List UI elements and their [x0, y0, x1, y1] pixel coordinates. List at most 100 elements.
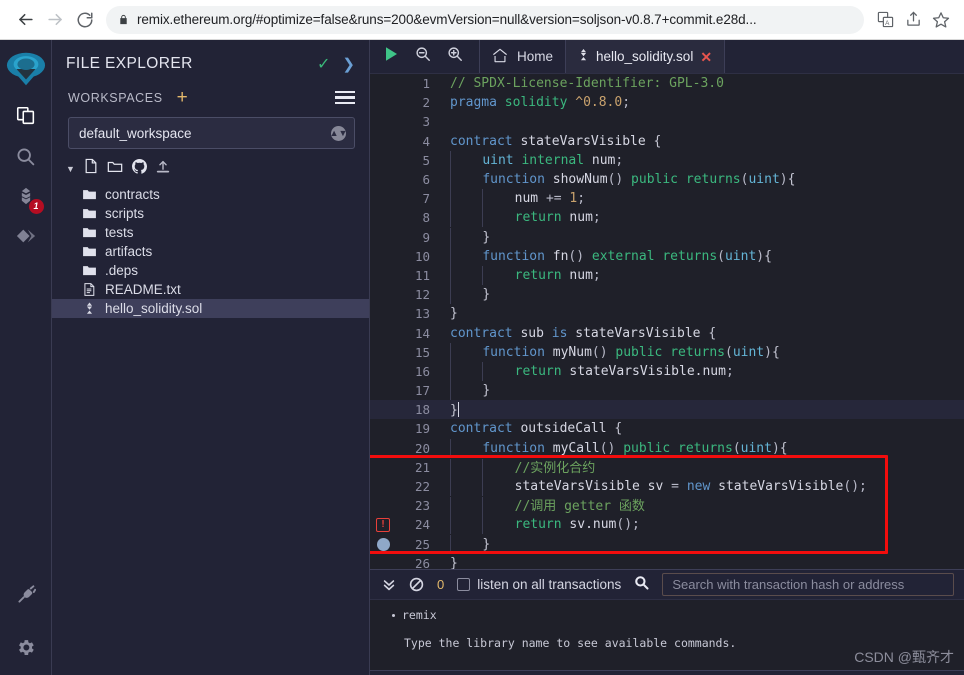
- terminal-toolbar: 0 listen on all transactions: [370, 570, 964, 600]
- error-marker-icon: !: [370, 517, 396, 532]
- remix-logo[interactable]: [3, 46, 49, 92]
- file-tree-item-deps[interactable]: .deps: [52, 261, 369, 280]
- indent-guide: [482, 497, 514, 517]
- token-punc: ;: [615, 152, 624, 168]
- file-tree-item-readme[interactable]: README.txt: [52, 280, 369, 299]
- token-punc: ();: [843, 479, 867, 495]
- line-number: 3: [422, 114, 430, 130]
- double-chevron-down-icon[interactable]: [382, 578, 396, 592]
- code-text: pragma solidity ^0.8.0;: [442, 95, 630, 110]
- tab-home[interactable]: Home: [479, 40, 565, 73]
- terminal-output[interactable]: remix Type the library name to see avail…: [370, 600, 964, 675]
- line-number: 25: [414, 536, 430, 552]
- collapse-caret-icon[interactable]: ▼: [66, 164, 75, 174]
- code-text: return stateVarsVisible.num;: [442, 361, 734, 381]
- address-bar[interactable]: remix.ethereum.org/#optimize=false&runs=…: [106, 5, 864, 34]
- pending-transaction-count: 0: [437, 577, 445, 592]
- hamburger-menu-icon[interactable]: [335, 90, 355, 105]
- token-punc: (): [599, 440, 624, 456]
- transaction-search-input[interactable]: [662, 573, 954, 596]
- token-type: uint: [724, 248, 757, 264]
- file-tree-item-scripts[interactable]: scripts: [52, 204, 369, 223]
- token-punc: (: [717, 248, 725, 264]
- line-number: 21: [414, 459, 430, 475]
- line-number: 5: [422, 152, 430, 168]
- browser-toolbar: remix.ethereum.org/#optimize=false&runs=…: [0, 0, 964, 40]
- token-fn: myCall: [544, 440, 600, 456]
- ban-clear-icon[interactable]: [409, 577, 424, 592]
- translate-icon[interactable]: A: [872, 7, 898, 33]
- file-tree-item-tests[interactable]: tests: [52, 223, 369, 242]
- sidebar-item-settings[interactable]: [4, 627, 48, 667]
- token-id: outsideCall: [512, 421, 615, 437]
- browser-forward-button[interactable]: [40, 5, 70, 35]
- new-file-icon[interactable]: [84, 158, 98, 179]
- code-line: 17 }: [370, 381, 964, 401]
- github-clone-icon[interactable]: [131, 158, 147, 179]
- token-brace: }: [482, 383, 491, 399]
- code-line: 20 function myCall() public returns(uint…: [370, 438, 964, 458]
- line-number: 16: [414, 363, 430, 379]
- search-icon[interactable]: [634, 575, 649, 595]
- listen-all-transactions-checkbox[interactable]: [457, 578, 471, 591]
- sidebar-item-deploy-run[interactable]: [4, 216, 48, 256]
- token-punc: ): [779, 172, 788, 188]
- sidebar-item-search[interactable]: [4, 136, 48, 176]
- token-punc: ): [756, 248, 765, 264]
- breakpoint-icon[interactable]: [376, 537, 390, 551]
- sidebar-item-file-explorer[interactable]: [4, 96, 48, 136]
- code-line: 22 stateVarsVisible sv = new stateVarsVi…: [370, 477, 964, 497]
- editor-tools: [370, 40, 479, 73]
- icon-rail: 1: [0, 40, 52, 675]
- indent-guide: [482, 265, 514, 285]
- browser-reload-button[interactable]: [70, 5, 100, 35]
- token-type: uint: [748, 172, 780, 188]
- line-number: 8: [422, 210, 430, 226]
- code-editor[interactable]: 1 // SPDX-License-Identifier: GPL-3.0 2 pra…: [370, 74, 964, 569]
- upload-file-icon[interactable]: [156, 159, 170, 179]
- new-folder-icon[interactable]: [107, 159, 123, 179]
- file-tree-item-contracts[interactable]: contracts: [52, 185, 369, 204]
- code-text: contract stateVarsVisible {: [442, 134, 661, 149]
- bookmark-star-icon[interactable]: [928, 7, 954, 33]
- terminal-panel: 0 listen on all transactions remix Type …: [370, 569, 964, 675]
- share-icon[interactable]: [900, 7, 926, 33]
- sidebar-item-plugin-manager[interactable]: [4, 575, 48, 615]
- code-line: 11 return num;: [370, 265, 964, 285]
- run-play-icon[interactable]: [384, 46, 399, 67]
- close-icon[interactable]: ✕: [700, 50, 712, 64]
- browser-back-button[interactable]: [10, 5, 40, 35]
- indent-guide: [482, 208, 514, 228]
- indent-guide: [482, 477, 514, 497]
- file-tree-item-artifacts[interactable]: artifacts: [52, 242, 369, 261]
- token-fn: fn: [544, 248, 569, 264]
- workspace-select[interactable]: default_workspace ▲▼: [68, 117, 355, 149]
- token-punc: (): [591, 344, 616, 360]
- token-key: function: [482, 440, 545, 456]
- zoom-in-icon[interactable]: [447, 46, 463, 67]
- tab-hello-solidity[interactable]: hello_solidity.sol ✕: [565, 40, 726, 73]
- zoom-out-icon[interactable]: [415, 46, 431, 67]
- token-id: [678, 172, 686, 187]
- token-mod: public: [631, 172, 679, 188]
- code-text: uint internal num;: [442, 150, 624, 170]
- sidebar-item-solidity-compiler[interactable]: 1: [4, 176, 48, 216]
- token-id: stateVarsVisible: [710, 479, 844, 495]
- checkmark-icon[interactable]: ✓: [317, 54, 330, 74]
- token-key: new: [686, 479, 711, 495]
- token-punc: +=: [545, 191, 570, 207]
- chevron-right-icon[interactable]: ❯: [342, 55, 355, 73]
- token-mod: public: [623, 440, 671, 456]
- folder-icon: [82, 265, 97, 276]
- browser-action-icons: A: [872, 7, 954, 33]
- workspace-select-value: default_workspace: [79, 125, 192, 141]
- file-name: contracts: [105, 187, 160, 202]
- token-com: //实例化合约: [514, 460, 596, 476]
- add-workspace-button[interactable]: +: [177, 88, 188, 107]
- code-text: num += 1;: [442, 189, 585, 209]
- indent-guide: [450, 361, 482, 381]
- token-type: uint: [740, 440, 772, 456]
- token-num: ^0.8.0: [575, 95, 623, 111]
- file-tree-actions: ▼: [52, 149, 369, 183]
- file-tree-item-hello-solidity[interactable]: hello_solidity.sol: [52, 299, 369, 318]
